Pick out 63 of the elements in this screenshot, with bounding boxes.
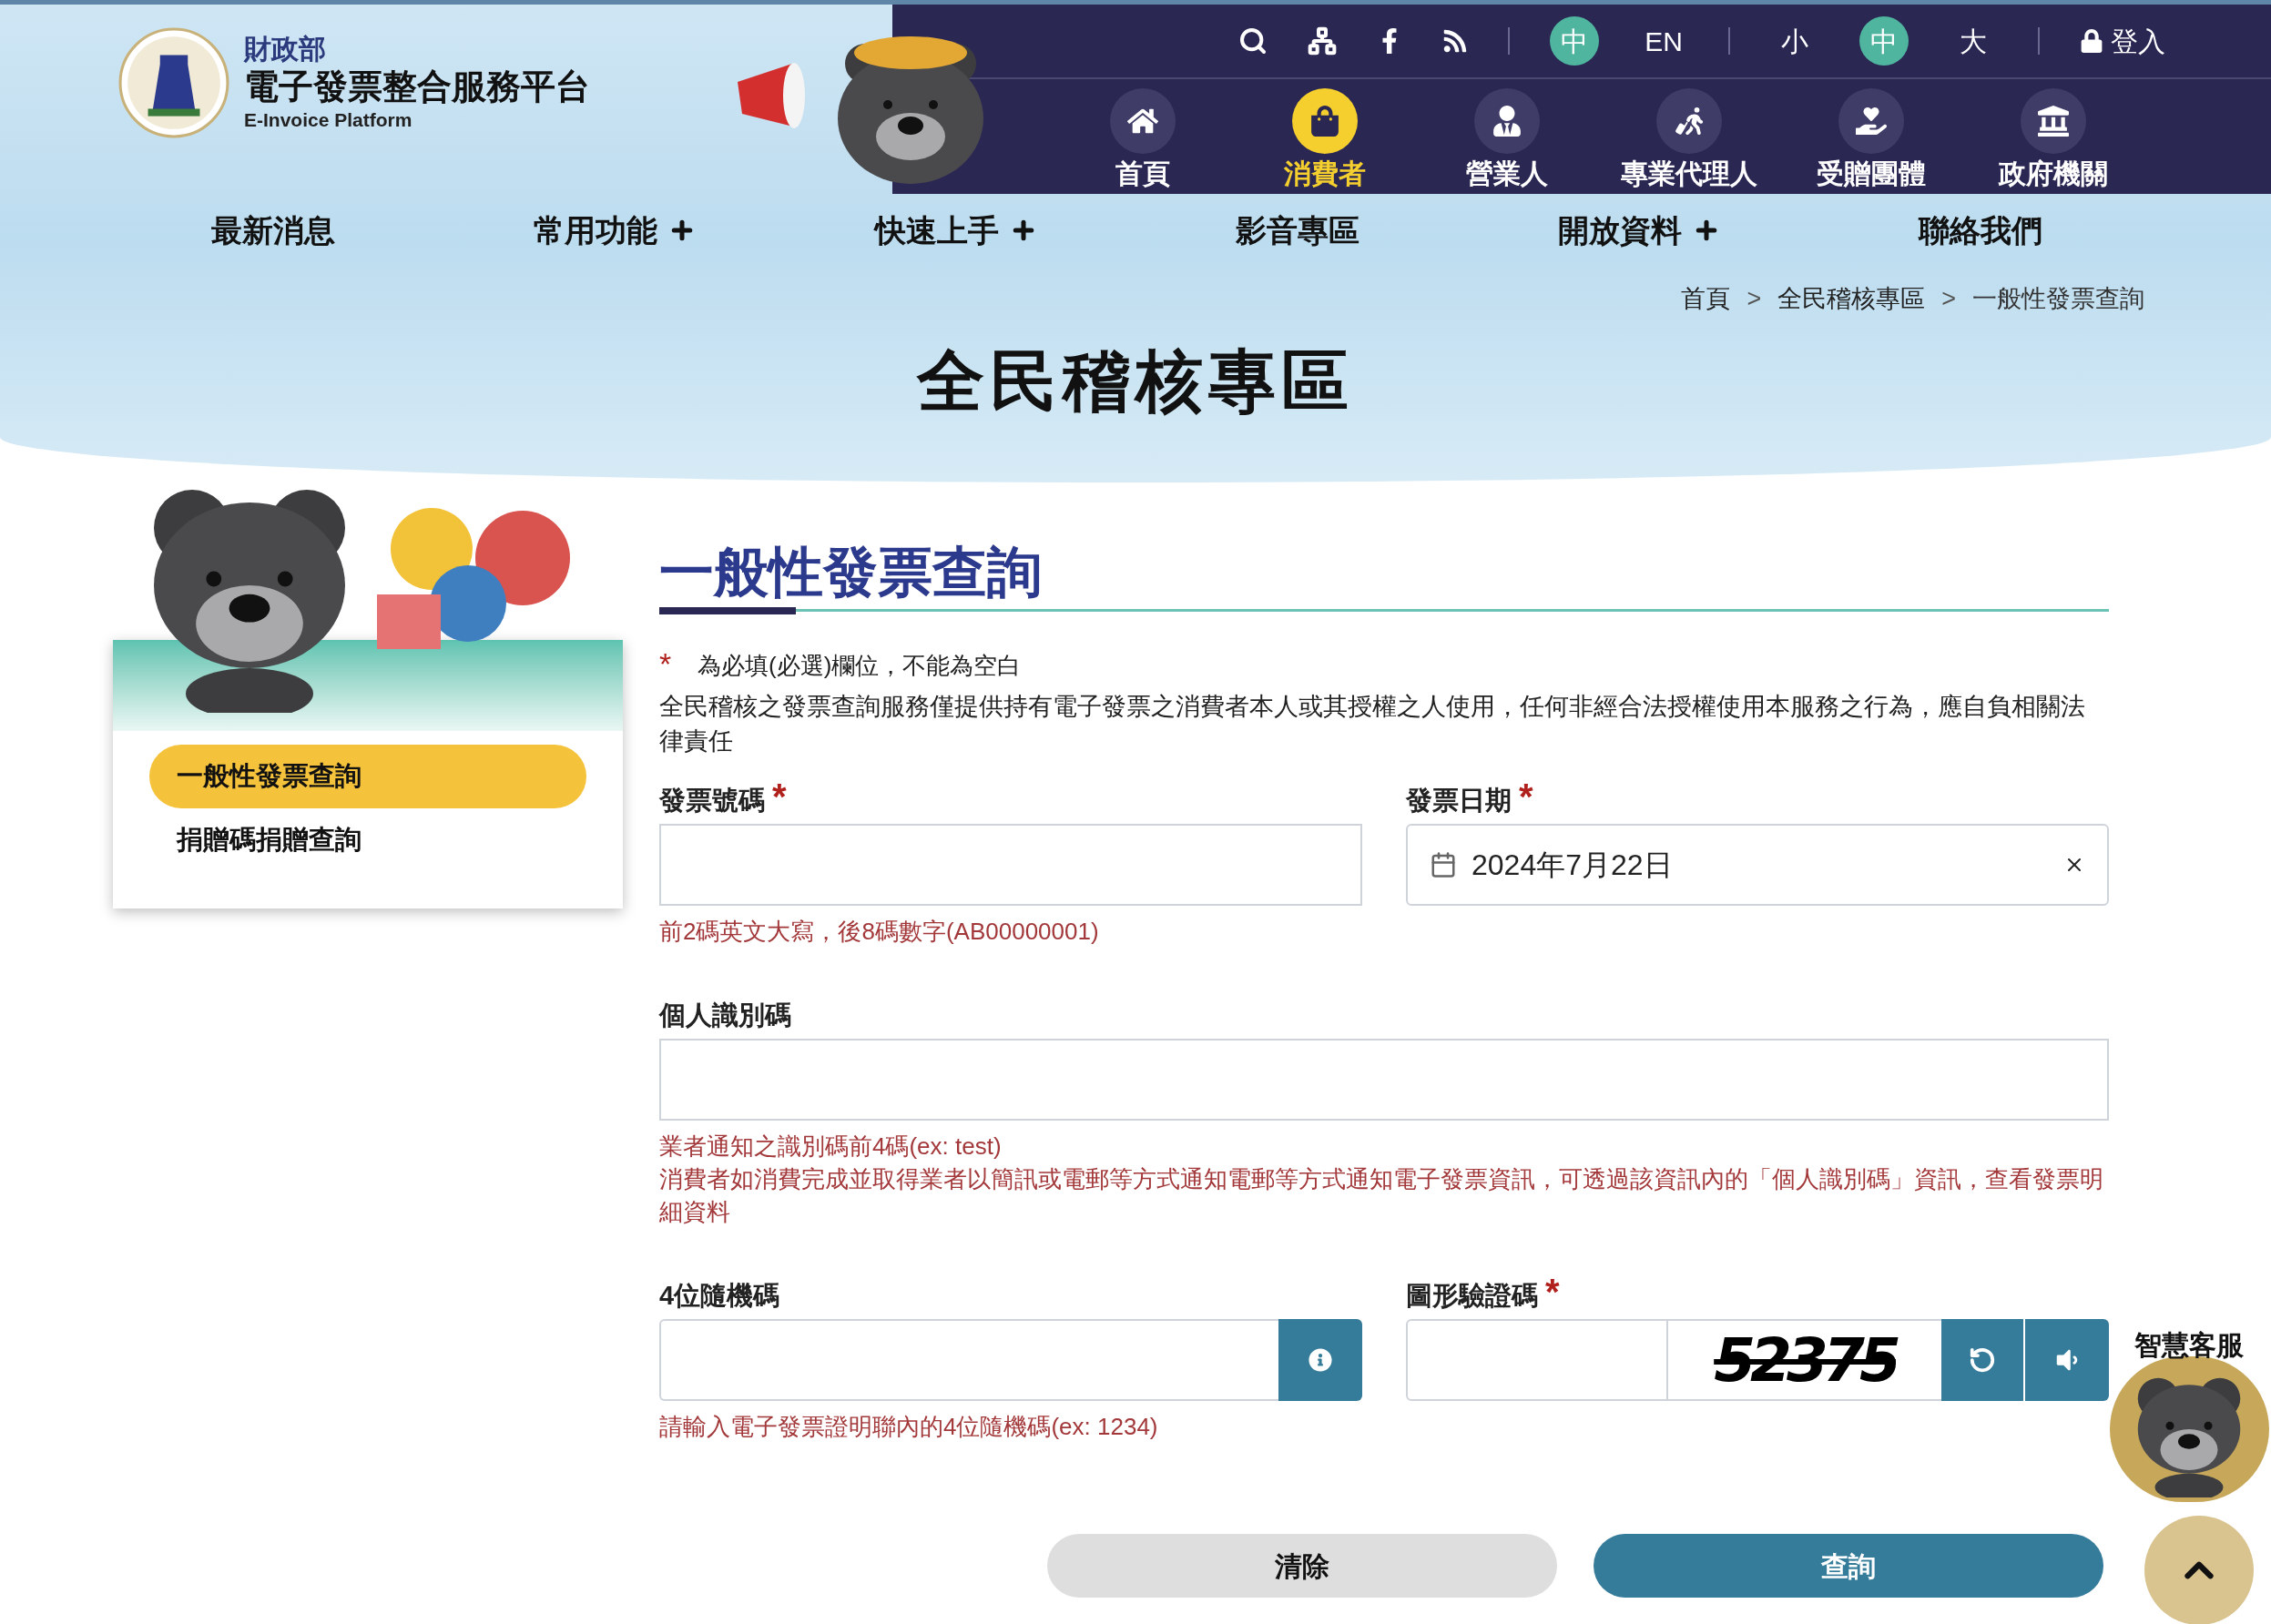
input-field[interactable] [659,1039,2109,1121]
required-note: 為必填(必選)欄位，不能為空白 [698,651,1022,681]
role-tab[interactable]: 首頁 [1052,88,1234,194]
form-heading: 一般性發票查詢 [659,541,1043,604]
language-button[interactable]: EN [1639,16,1688,66]
input-field[interactable] [659,1319,1278,1401]
required-mark: * [1519,778,1533,815]
field-label: 圖形驗證碼 [1406,1279,1538,1312]
info-button[interactable] [1278,1319,1362,1401]
font-size-button[interactable]: 大 [1949,16,1998,66]
site-name-english: E-Invoice Platform [244,108,413,132]
input-field[interactable] [659,824,1362,906]
sitemap-icon[interactable] [1308,26,1337,56]
captcha-image: 52375 [1668,1319,1941,1401]
sidebar-item[interactable]: 一般性發票查詢 [149,745,586,808]
breadcrumb-current: 一般性發票查詢 [1972,283,2144,314]
disclaimer-text: 全民稽核之發票查詢服務僅提供持有電子發票之消費者本人或其授權之人使用，任何非經合法授權使用本服務之行為，應自負相關法律責任 [659,692,2086,756]
breadcrumb-separator: > [1747,283,1762,314]
breadcrumb-link[interactable]: 全民稽核專區 [1777,279,1926,318]
field-label: 發票日期 [1406,784,1512,817]
audio-button[interactable] [2025,1319,2109,1401]
clear-button[interactable]: 清除 [1047,1534,1557,1598]
chatbot-label[interactable]: 智慧客服 [2134,1325,2244,1365]
field-label: 個人識別碼 [659,999,791,1031]
required-mark: * [1545,1274,1560,1310]
role-tab[interactable]: 營業人 [1416,88,1598,194]
breadcrumb-link[interactable]: 首頁 [1681,279,1731,318]
calendar-icon [1430,851,1457,878]
font-size-button[interactable]: 小 [1770,16,1819,66]
breadcrumb-separator: > [1941,283,1956,314]
login-button[interactable]: 登入 [2080,20,2165,62]
required-mark: * [772,778,787,815]
field-hint: 業者通知之識別碼前4碼(ex: test) [659,1132,1003,1162]
date-field[interactable]: 2024年7月22日 [1406,824,2109,906]
search-button[interactable]: 查詢 [1594,1534,2103,1598]
field-hint: 消費者如消費完成並取得業者以簡訊或電郵等方式通知電郵等方式通知電子發票資訊，可透過該資訊內的「個人識別碼」資訊，查看發票明細資料 [659,1164,2104,1227]
captcha-input-field[interactable] [1406,1319,1668,1401]
sidebar-item[interactable]: 捐贈碼捐贈查詢 [149,808,586,872]
site-name: 電子發票整合服務平台 [244,66,590,107]
rss-icon[interactable] [1442,28,1468,54]
refresh-button[interactable] [1941,1319,2023,1401]
lock-icon [2080,29,2103,53]
field-hint: 前2碼英文大寫，後8碼數字(AB00000001) [659,917,1100,947]
refresh-icon [1969,1346,1996,1374]
nav-item[interactable]: 最新消息 [102,207,443,254]
ministry-name: 財政部 [244,33,327,66]
nav-item[interactable]: 開放資料 [1468,207,1809,254]
field-label: 4位隨機碼 [659,1279,780,1312]
role-tab[interactable]: 消費者 [1234,88,1416,194]
nav-item[interactable]: 影音專區 [1126,207,1468,254]
date-value: 2024年7月22日 [1472,848,1674,883]
role-tab[interactable]: 政府機關 [1962,88,2144,194]
field-hint: 請輸入電子發票證明聯內的4位隨機碼(ex: 1234) [659,1412,1159,1442]
required-mark: * [659,648,673,679]
nav-item[interactable]: 聯絡我們 [1809,207,2151,254]
search-icon[interactable] [1238,26,1268,56]
info-icon [1309,1348,1332,1372]
role-tab[interactable]: 受贈團體 [1780,88,1962,194]
role-tab[interactable]: 專業代理人 [1598,88,1780,194]
field-label: 發票號碼 [659,784,765,817]
nav-item[interactable]: 常用功能 [443,207,785,254]
page-title: 全民稽核專區 [917,341,1354,421]
nav-item[interactable]: 快速上手 [785,207,1126,254]
